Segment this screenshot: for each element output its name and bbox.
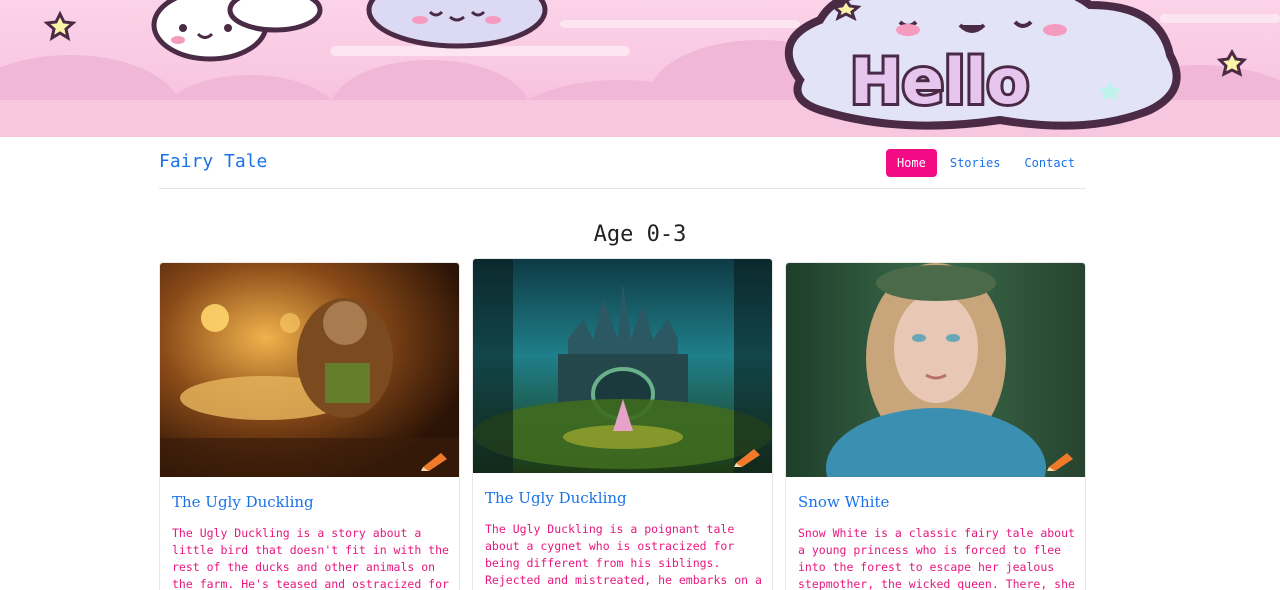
nav-item-stories[interactable]: Stories	[939, 149, 1012, 177]
story-image[interactable]	[473, 259, 772, 473]
banner-hello-text: Hello	[850, 45, 1029, 118]
section-title: Age 0-3	[593, 222, 687, 247]
nav-item-home[interactable]: Home	[885, 149, 937, 177]
brand-link[interactable]: Fairy Tale	[159, 151, 267, 172]
story-title[interactable]: The Ugly Duckling	[172, 493, 314, 511]
story-card[interactable]: The Ugly Duckling The Ugly Duckling is a…	[159, 262, 460, 590]
nav-item-contact[interactable]: Contact	[1013, 149, 1086, 177]
navbar: Fairy Tale Home Stories Contact	[159, 137, 1086, 189]
story-title[interactable]: Snow White	[798, 493, 889, 511]
story-image[interactable]	[786, 263, 1085, 477]
story-card[interactable]: Snow White Snow White is a classic fairy…	[785, 262, 1086, 590]
pencil-icon	[421, 453, 447, 471]
story-title[interactable]: The Ugly Duckling	[485, 489, 627, 507]
nav-menu: Home Stories Contact	[884, 149, 1086, 177]
pencil-icon	[1047, 453, 1073, 471]
story-image[interactable]	[160, 263, 459, 477]
banner-illustration: Hello	[0, 0, 1280, 137]
story-description: Snow White is a classic fairy tale about…	[798, 526, 1075, 590]
story-description: The Ugly Duckling is a story about a lit…	[172, 526, 449, 590]
pencil-icon	[734, 449, 760, 467]
story-description: The Ugly Duckling is a poignant tale abo…	[485, 522, 762, 587]
story-card[interactable]: The Ugly Duckling The Ugly Duckling is a…	[472, 258, 773, 590]
header-banner: Hello	[0, 0, 1280, 137]
